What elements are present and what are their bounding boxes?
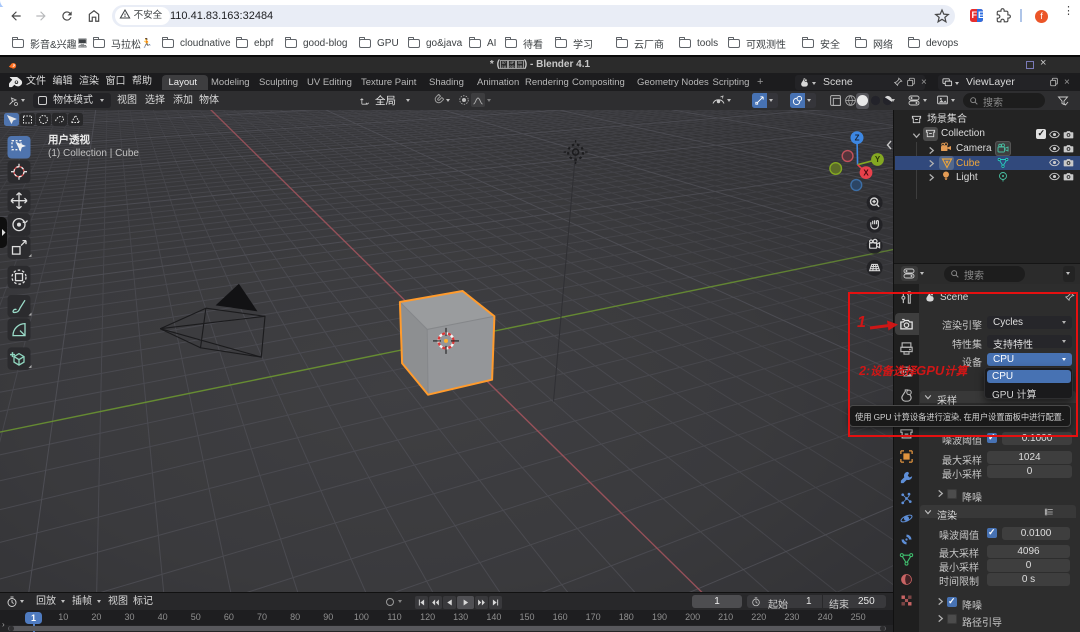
svg-text:用户透视: 用户透视 xyxy=(47,133,90,146)
svg-text:Y: Y xyxy=(875,155,881,164)
svg-text:Z: Z xyxy=(855,134,860,143)
svg-text:X: X xyxy=(863,168,869,177)
svg-text:(1) Collection | Cube: (1) Collection | Cube xyxy=(48,148,139,159)
